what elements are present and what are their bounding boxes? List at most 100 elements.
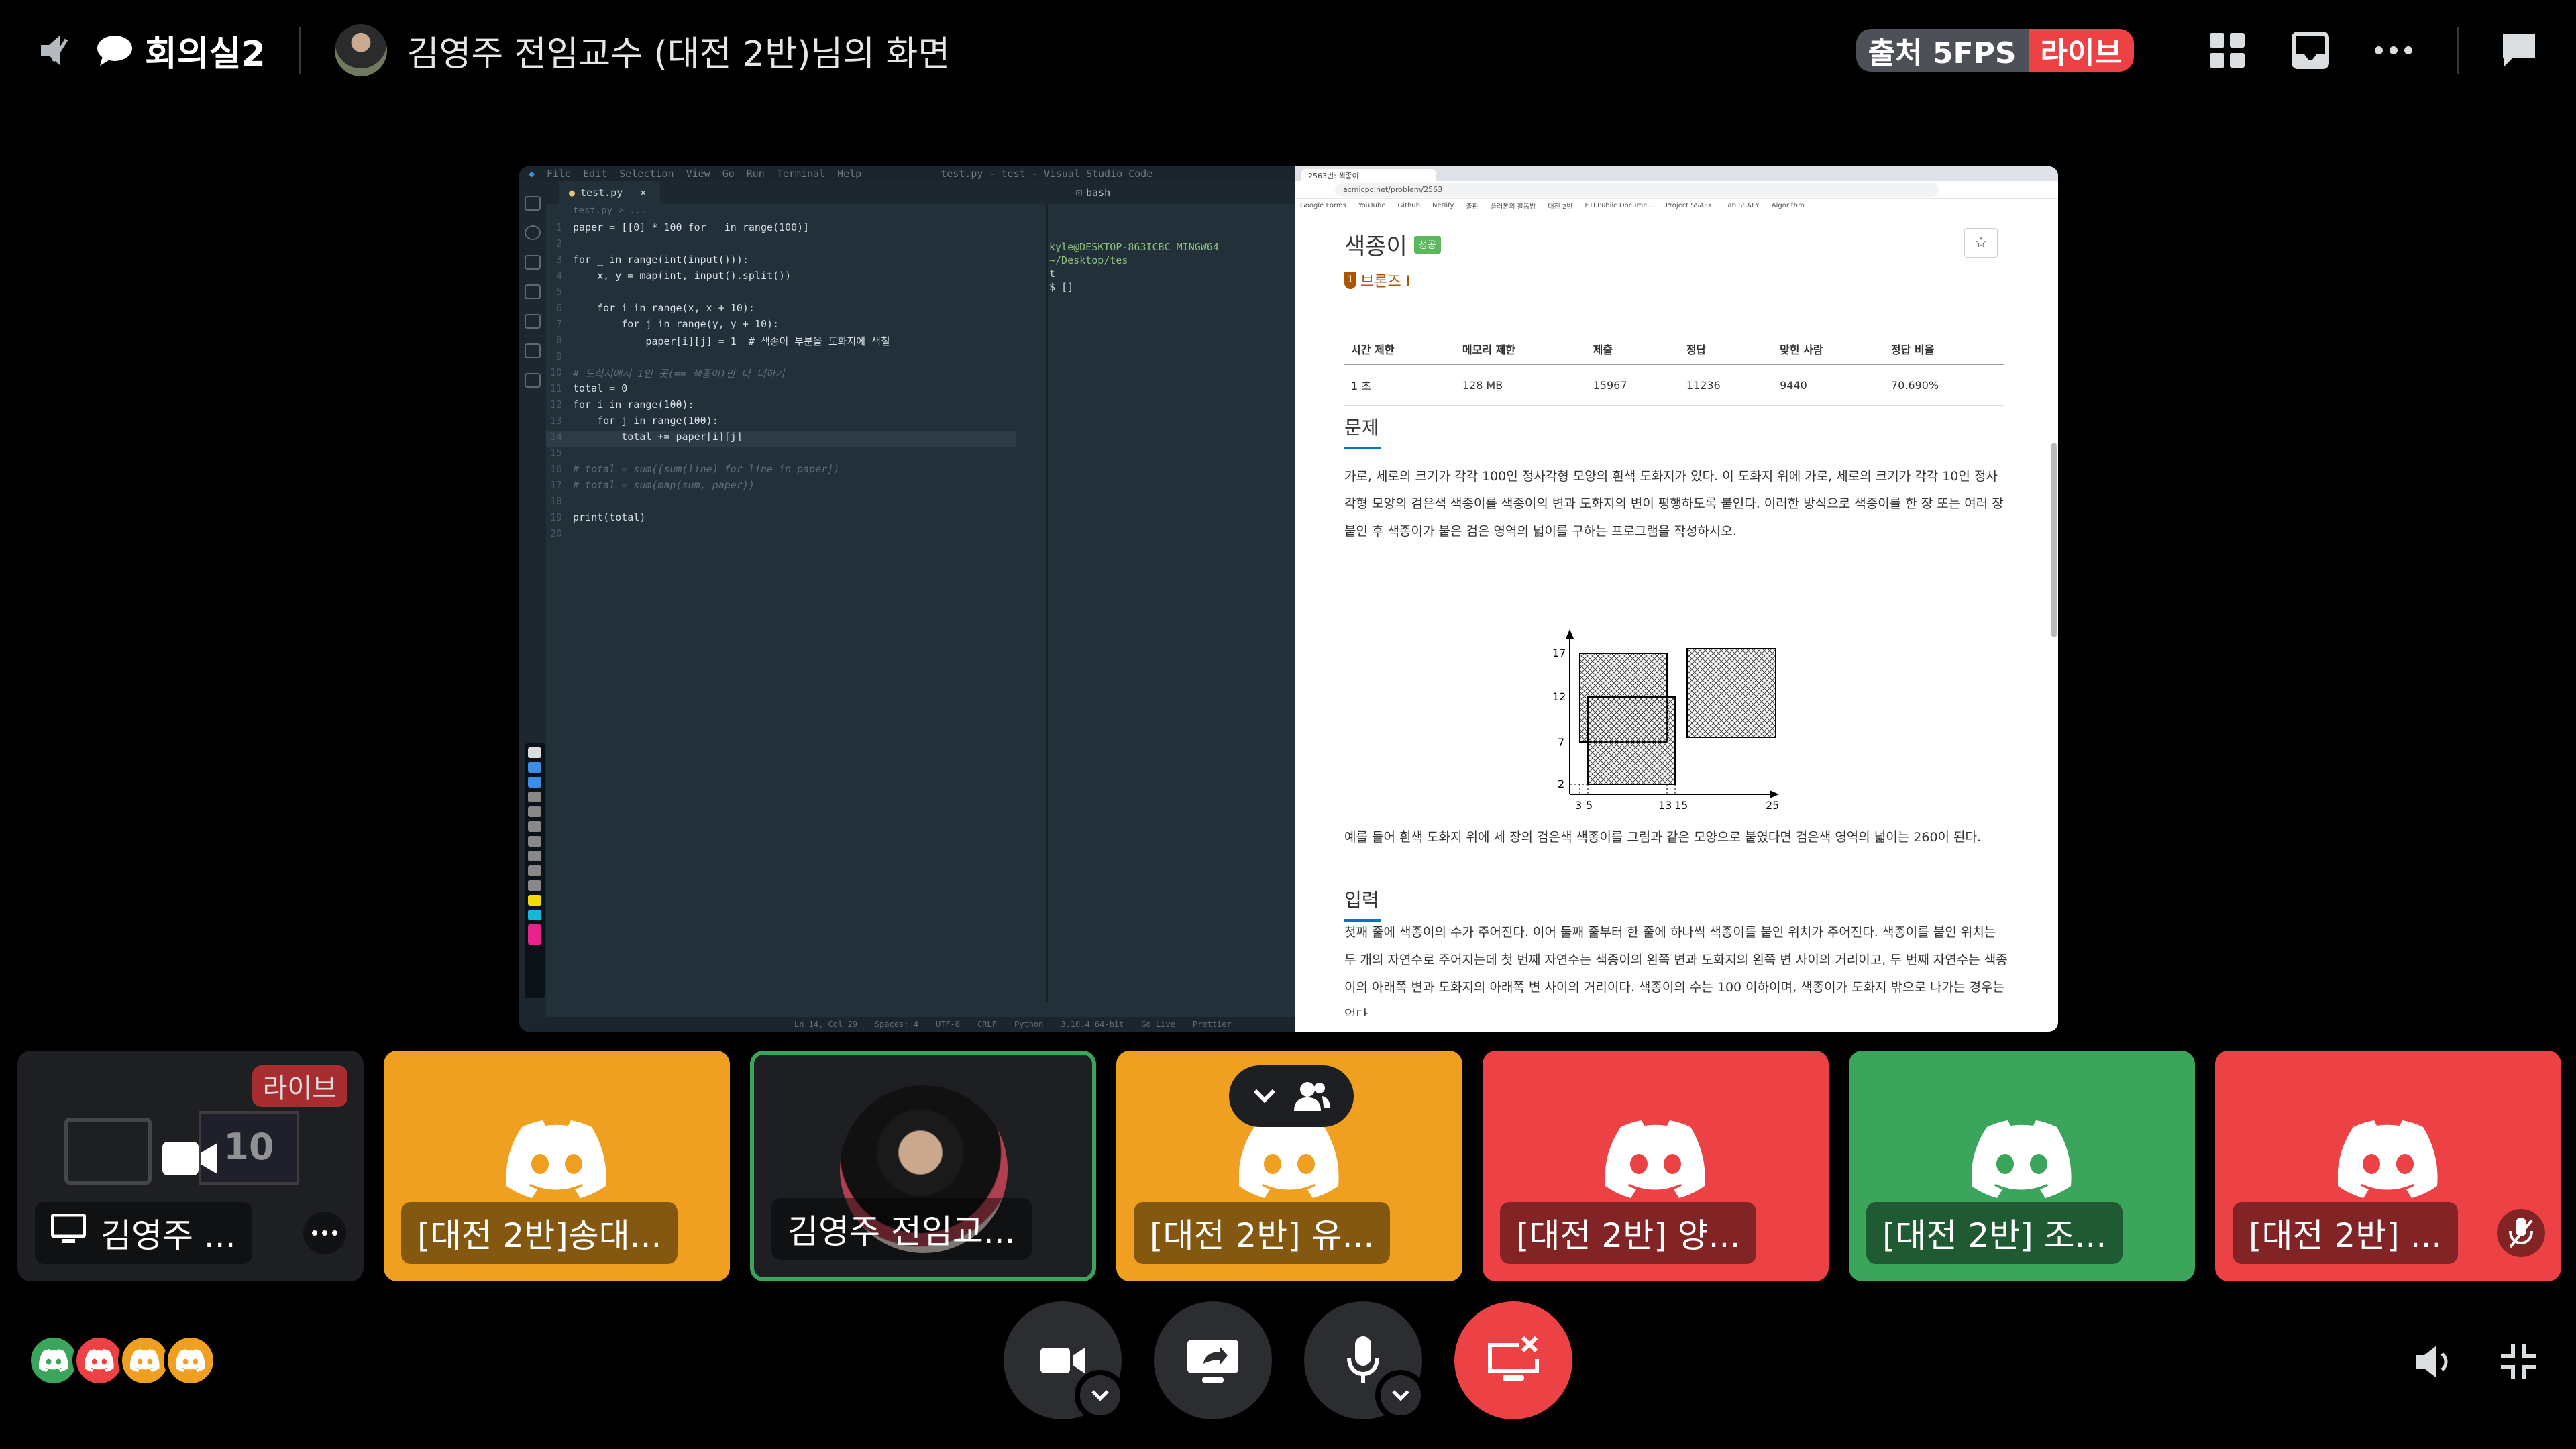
participants-toggle-button[interactable] bbox=[1229, 1065, 1354, 1127]
source-control-icon[interactable] bbox=[525, 255, 541, 270]
grid-layout-icon[interactable] bbox=[2197, 20, 2257, 80]
code-line[interactable]: 17 # total = sum(map(sum, paper)) bbox=[546, 479, 1016, 495]
menu-terminal[interactable]: Terminal bbox=[777, 168, 825, 180]
code-line[interactable]: 9 bbox=[546, 350, 1016, 366]
code-line[interactable]: 19 print(total) bbox=[546, 511, 1016, 527]
status-cursor-position[interactable]: Ln 14, Col 29 bbox=[794, 1020, 857, 1029]
code-line[interactable]: 11 total = 0 bbox=[546, 382, 1016, 398]
code-line[interactable]: 6 for i in range(x, x + 10): bbox=[546, 302, 1016, 318]
code-line[interactable]: 8 paper[i][j] = 1 # 색종이 부분을 도화지에 색칠 bbox=[546, 334, 1016, 350]
bookmark-item[interactable]: 플러톤의 활동방 bbox=[1491, 201, 1536, 211]
search-icon[interactable] bbox=[525, 225, 541, 240]
code-line[interactable]: 3 for _ in range(int(input())): bbox=[546, 254, 1016, 270]
more-icon[interactable] bbox=[303, 1212, 346, 1254]
code-line[interactable]: 20 bbox=[546, 527, 1016, 543]
status-encoding[interactable]: UTF-8 bbox=[936, 1020, 960, 1029]
microphone-options-button[interactable] bbox=[1375, 1370, 1426, 1421]
eye-icon[interactable] bbox=[528, 762, 541, 773]
code-line[interactable]: 16 # total = sum([sum(line) for line in p… bbox=[546, 463, 1016, 479]
bookmark-item[interactable]: Algorithm bbox=[1772, 202, 1805, 209]
menu-file[interactable]: File bbox=[547, 168, 571, 180]
speaker-muted-icon[interactable] bbox=[34, 27, 80, 74]
code-line[interactable]: 13 for j in range(100): bbox=[546, 415, 1016, 431]
url-field[interactable]: acmicpc.net/problem/2563 bbox=[1335, 182, 1939, 197]
eraser-icon[interactable] bbox=[528, 806, 541, 817]
code-line[interactable]: 7 for j in range(y, y + 10): bbox=[546, 318, 1016, 334]
participant-tile[interactable]: [대전 2반] 조... bbox=[1849, 1051, 2195, 1281]
scrollbar[interactable] bbox=[2051, 443, 2057, 637]
pen-icon[interactable] bbox=[528, 747, 541, 758]
clipboard-icon[interactable] bbox=[528, 880, 541, 891]
bookmark-item[interactable]: Github bbox=[1398, 202, 1420, 209]
menu-edit[interactable]: Edit bbox=[583, 168, 607, 180]
bookmark-item[interactable]: 대전 2반 bbox=[1548, 201, 1572, 211]
popout-icon[interactable] bbox=[2280, 20, 2341, 80]
code-line[interactable]: 2 bbox=[546, 237, 1016, 254]
color-yellow-swatch[interactable] bbox=[528, 895, 541, 906]
status-indent[interactable]: Spaces: 4 bbox=[875, 1020, 918, 1029]
star-button[interactable]: ☆ bbox=[1964, 228, 1998, 258]
more-icon[interactable] bbox=[2363, 20, 2424, 80]
line-icon[interactable] bbox=[528, 821, 541, 832]
microphone-button[interactable] bbox=[1304, 1301, 1426, 1421]
participant-tile[interactable]: 김영주 전임교... bbox=[750, 1051, 1096, 1281]
extensions-icon[interactable] bbox=[525, 314, 541, 329]
status-prettier[interactable]: Prettier bbox=[1193, 1020, 1232, 1029]
menu-run[interactable]: Run bbox=[747, 168, 765, 180]
browser-tab[interactable]: 2563번: 색종이 bbox=[1301, 169, 1436, 181]
testing-icon[interactable] bbox=[525, 343, 541, 358]
tab-test-py[interactable]: ● test.py × bbox=[559, 181, 660, 204]
menu-view[interactable]: View bbox=[686, 168, 710, 180]
run-debug-icon[interactable] bbox=[525, 284, 541, 299]
brush-icon[interactable] bbox=[528, 792, 541, 802]
menu-go[interactable]: Go bbox=[722, 168, 735, 180]
camera-button[interactable] bbox=[1004, 1301, 1126, 1421]
undo-icon[interactable] bbox=[528, 836, 541, 847]
color-cyan-swatch[interactable] bbox=[528, 910, 541, 920]
code-line[interactable]: 10 # 도화지에서 1인 곳(== 색종이)만 다 더하기 bbox=[546, 366, 1016, 382]
code-line[interactable]: 12 for i in range(100): bbox=[546, 398, 1016, 415]
discord-avatar-icon[interactable] bbox=[164, 1334, 217, 1387]
camera-options-button[interactable] bbox=[1075, 1370, 1126, 1421]
chat-icon[interactable] bbox=[2489, 20, 2549, 80]
tier-badge[interactable]: 1 브론즈 I bbox=[1344, 270, 1410, 291]
volume-icon[interactable] bbox=[2407, 1335, 2461, 1389]
participant-tile[interactable]: [대전 2반] ... bbox=[2215, 1051, 2561, 1281]
status-language[interactable]: Python bbox=[1014, 1020, 1043, 1029]
close-icon[interactable]: × bbox=[640, 186, 646, 199]
participant-tile[interactable]: [대전 2반] 유... bbox=[1116, 1051, 1462, 1281]
bookmark-item[interactable]: YouTube bbox=[1358, 202, 1386, 209]
code-line[interactable]: 18 bbox=[546, 495, 1016, 511]
bookmark-item[interactable]: Lab SSAFY bbox=[1724, 202, 1760, 209]
participant-tile[interactable]: [대전 2반]송대... bbox=[384, 1051, 730, 1281]
code-line[interactable]: 4 x, y = map(int, input().split()) bbox=[546, 270, 1016, 286]
status-interpreter[interactable]: 3.10.4 64-bit bbox=[1061, 1020, 1124, 1029]
bookmark-item[interactable]: Project SSAFY bbox=[1666, 202, 1712, 209]
bookmark-item[interactable]: Google Forms bbox=[1300, 202, 1346, 209]
status-eol[interactable]: CRLF bbox=[977, 1020, 997, 1029]
terminal-panel[interactable]: kyle@DESKTOP-863ICBC MINGW64 ~/Desktop/t… bbox=[1049, 240, 1295, 294]
code-line[interactable]: 1 paper = [[0] * 100 for _ in range(100)] bbox=[546, 221, 1016, 237]
code-editor[interactable]: 1 paper = [[0] * 100 for _ in range(100)]… bbox=[546, 221, 1046, 1000]
participant-tile[interactable]: [대전 2반] 양... bbox=[1483, 1051, 1829, 1281]
bookmark-item[interactable]: ETI Public Docume... bbox=[1585, 202, 1654, 209]
code-line[interactable]: 15 bbox=[546, 447, 1016, 463]
menu-help[interactable]: Help bbox=[837, 168, 861, 180]
color-pink-swatch[interactable] bbox=[528, 924, 541, 945]
chat-bubble-icon[interactable] bbox=[91, 27, 138, 74]
menu-selection[interactable]: Selection bbox=[619, 168, 674, 180]
remote-explorer-icon[interactable] bbox=[525, 373, 541, 388]
bookmark-item[interactable]: Netlify bbox=[1432, 202, 1454, 209]
code-line[interactable]: 5 bbox=[546, 286, 1016, 302]
status-go-live[interactable]: Go Live bbox=[1141, 1020, 1175, 1029]
exit-fullscreen-icon[interactable] bbox=[2491, 1335, 2545, 1389]
explorer-icon[interactable] bbox=[525, 196, 541, 211]
trash-icon[interactable] bbox=[528, 851, 541, 861]
shared-screen[interactable]: ◆ File Edit Selection View Go Run Termin… bbox=[519, 166, 2058, 1032]
screen-share-button[interactable] bbox=[1154, 1301, 1272, 1419]
bookmark-item[interactable]: 출판 bbox=[1466, 201, 1478, 211]
terminal-tab[interactable]: ⊡ bash bbox=[1076, 181, 1110, 204]
cursor-icon[interactable] bbox=[528, 777, 541, 788]
stop-stream-button[interactable] bbox=[1454, 1301, 1572, 1419]
screenshot-icon[interactable] bbox=[528, 865, 541, 876]
